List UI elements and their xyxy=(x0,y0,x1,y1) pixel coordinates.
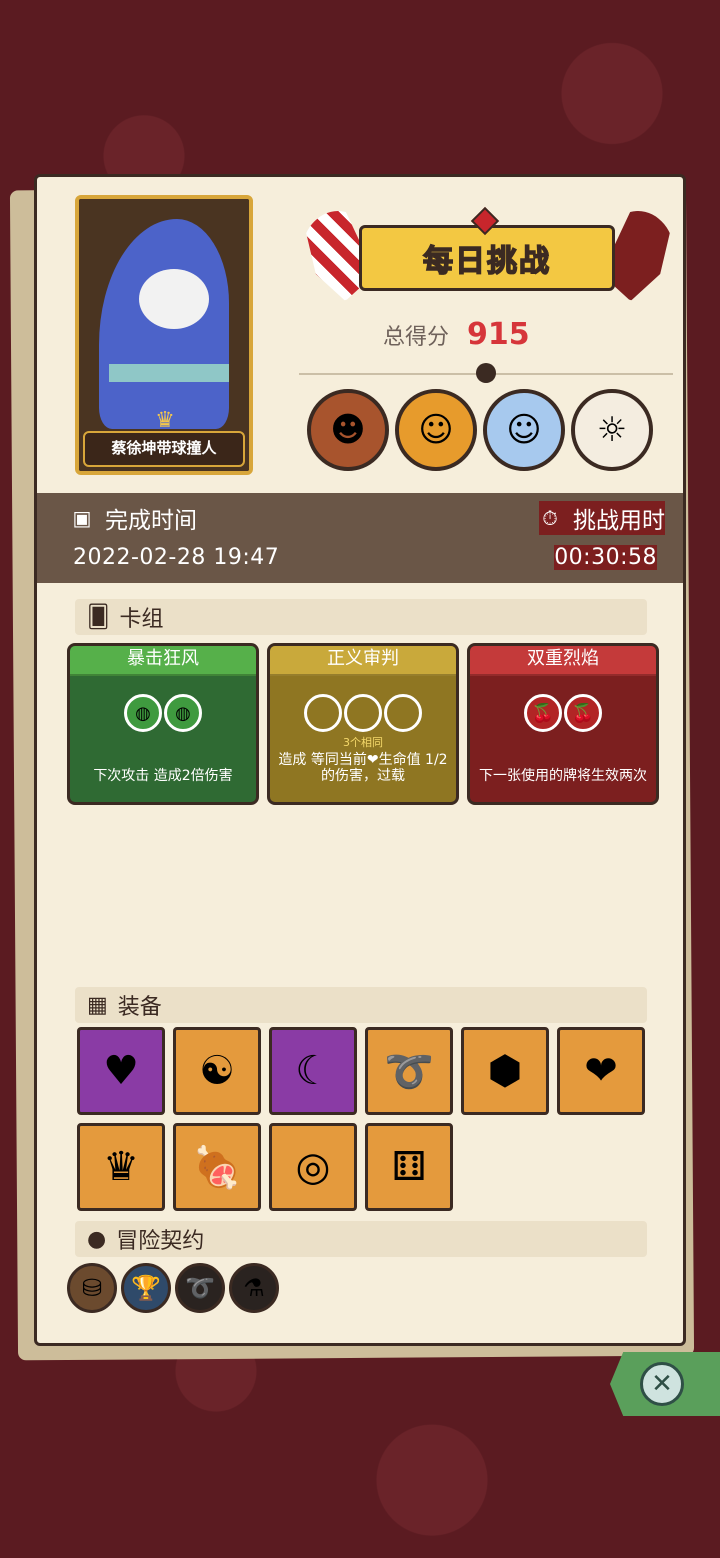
box-icon: ▦ xyxy=(87,992,108,1018)
card-desc: 下一张使用的牌将生效两次 xyxy=(479,768,647,784)
divider xyxy=(299,363,673,389)
finish-time-label: 完成时间 xyxy=(105,508,197,534)
result-panel: ♛ 蔡徐坤带球撞人 每日挑战 总得分 915 ☻ ☺ ☺ ☼ ▣ 完成时间 ⏱ … xyxy=(34,174,686,1346)
opponent-list: ☻ ☺ ☺ ☼ xyxy=(307,389,653,471)
equipment-header: ▦ 装备 xyxy=(75,987,647,1023)
cherry-icon: 🍒 xyxy=(564,694,602,732)
deck-header: 🂠 卡组 xyxy=(75,599,647,635)
duration-value: 00:30:58 xyxy=(554,545,657,570)
moon-star-icon[interactable]: ☾ xyxy=(269,1027,357,1115)
dice-icon[interactable]: ⚅ xyxy=(365,1123,453,1211)
empty-slot-icon xyxy=(304,694,342,732)
crown-icon[interactable]: ♛ xyxy=(77,1123,165,1211)
heart-charm-icon[interactable]: ♥ xyxy=(77,1027,165,1115)
coin-icon[interactable]: ◎ xyxy=(269,1123,357,1211)
crown-icon: ♛ xyxy=(155,408,175,433)
opponent-avatar[interactable]: ☻ xyxy=(307,389,389,471)
hero-portrait[interactable]: ♛ 蔡徐坤带球撞人 xyxy=(75,195,253,475)
empty-slot-icon xyxy=(344,694,382,732)
page-title: 每日挑战 xyxy=(422,243,551,280)
contract-label: 冒险契约 xyxy=(116,1229,205,1254)
skull-icon xyxy=(476,363,496,383)
barrel-icon[interactable]: ⛁ xyxy=(67,1263,117,1313)
meat-icon[interactable]: 🍖 xyxy=(173,1123,261,1211)
wizard-beard xyxy=(139,269,209,329)
card[interactable]: 双重烈焰 🍒 🍒 下一张使用的牌将生效两次 xyxy=(467,643,659,805)
card-desc: 造成 等同当前❤生命值 1/2 的伤害，过载 xyxy=(278,752,448,784)
wizard-belt xyxy=(109,364,229,382)
equipment-label: 装备 xyxy=(117,995,162,1020)
yin-yang-icon[interactable]: ☯ xyxy=(173,1027,261,1115)
duration-label: 挑战用时 xyxy=(573,508,665,534)
watermelon-icon: ◍ xyxy=(164,694,202,732)
empty-slot-icon xyxy=(384,694,422,732)
person-icon: ● xyxy=(87,1226,107,1252)
daily-challenge-banner: 每日挑战 xyxy=(301,201,675,313)
opponent-avatar[interactable]: ☺ xyxy=(395,389,477,471)
deck-cards: 暴击狂风 ◍ ◍ 下次攻击 造成2倍伤害 正义审判 3个相同 造成 等同当前❤生… xyxy=(67,643,659,805)
heart-box-icon[interactable]: ❤ xyxy=(557,1027,645,1115)
opponent-avatar[interactable]: ☼ xyxy=(571,389,653,471)
horn-icon[interactable]: ➰ xyxy=(175,1263,225,1313)
time-bar: ▣ 完成时间 ⏱ 挑战用时 2022-02-28 19:47 00:30:58 xyxy=(37,493,683,583)
watermelon-icon: ◍ xyxy=(124,694,162,732)
finish-time-value: 2022-02-28 19:47 xyxy=(73,545,280,570)
shield-icon[interactable]: ⬢ xyxy=(461,1027,549,1115)
card-title: 暴击狂风 xyxy=(70,646,256,676)
equipment-grid: ♥ ☯ ☾ ➰ ⬢ ❤ ♛ 🍖 ◎ ⚅ xyxy=(77,1027,657,1211)
horn-icon[interactable]: ➰ xyxy=(365,1027,453,1115)
contract-list: ⛁ 🏆 ➰ ⚗ xyxy=(67,1263,279,1313)
cards-icon: 🂠 xyxy=(87,604,110,630)
stopwatch-icon: ⏱ xyxy=(542,506,558,530)
hero-name: 蔡徐坤带球撞人 xyxy=(83,431,245,467)
opponent-avatar[interactable]: ☺ xyxy=(483,389,565,471)
calendar-icon: ▣ xyxy=(72,506,92,530)
card-desc: 下次攻击 造成2倍伤害 xyxy=(93,768,233,784)
card-title: 正义审判 xyxy=(270,646,456,676)
card[interactable]: 正义审判 3个相同 造成 等同当前❤生命值 1/2 的伤害，过载 xyxy=(267,643,459,805)
cherry-icon: 🍒 xyxy=(524,694,562,732)
card[interactable]: 暴击狂风 ◍ ◍ 下次攻击 造成2倍伤害 xyxy=(67,643,259,805)
score-value: 915 xyxy=(467,317,530,352)
card-title: 双重烈焰 xyxy=(470,646,656,676)
card-note: 3个相同 xyxy=(343,736,383,749)
score-row: 总得分 915 xyxy=(383,317,530,352)
trophy-icon[interactable]: 🏆 xyxy=(121,1263,171,1313)
score-label: 总得分 xyxy=(383,325,450,350)
contract-header: ● 冒险契约 xyxy=(75,1221,647,1257)
potion-icon[interactable]: ⚗ xyxy=(229,1263,279,1313)
close-icon[interactable]: ✕ xyxy=(640,1362,684,1406)
deck-label: 卡组 xyxy=(119,607,164,632)
